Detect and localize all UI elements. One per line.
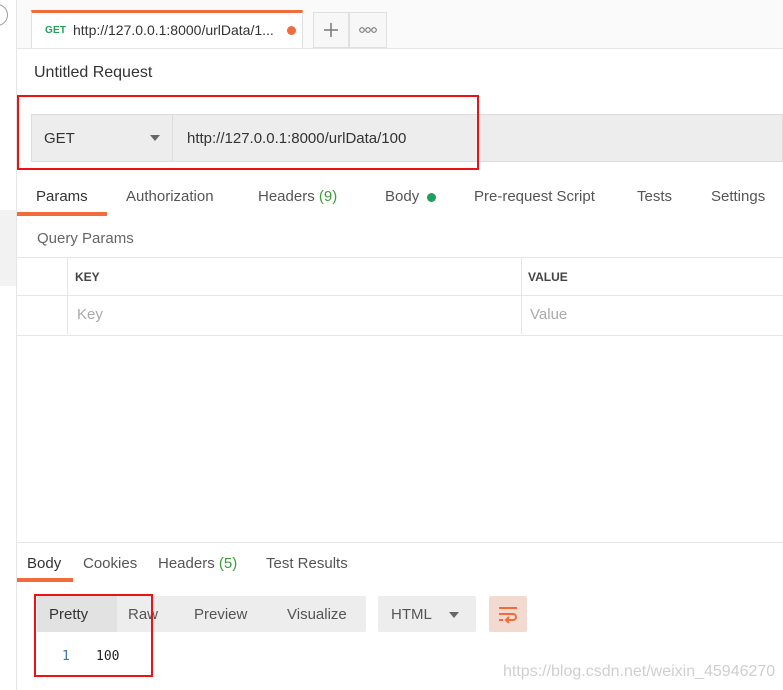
- table-column-divider[interactable]: [521, 257, 522, 334]
- tab-tests[interactable]: Tests: [637, 188, 672, 205]
- response-tab-headers-label: Headers: [158, 555, 215, 572]
- tab-pre-request-script[interactable]: Pre-request Script: [474, 188, 595, 205]
- watermark: https://blog.csdn.net/weixin_45946270: [503, 663, 776, 680]
- param-key-input[interactable]: Key: [77, 306, 103, 323]
- annotation-highlight-url: [17, 95, 479, 170]
- key-column-header: KEY: [75, 270, 100, 284]
- tab-title: http://127.0.0.1:8000/urlData/1...: [73, 22, 274, 38]
- active-tab-indicator: [17, 212, 107, 216]
- tab-headers-count: (9): [318, 188, 338, 205]
- tab-authorization[interactable]: Authorization: [126, 188, 214, 205]
- params-table: [17, 257, 783, 336]
- wrap-lines-button[interactable]: [489, 596, 527, 632]
- value-column-header: VALUE: [528, 270, 568, 284]
- format-select-value: HTML: [391, 606, 432, 623]
- table-row-divider: [17, 295, 783, 296]
- response-tab-test-results[interactable]: Test Results: [266, 555, 348, 572]
- plus-icon: [324, 23, 338, 37]
- response-tab-headers-count: (5): [218, 555, 238, 572]
- new-tab-button[interactable]: [313, 12, 349, 48]
- tab-body[interactable]: Body: [385, 188, 419, 205]
- request-title[interactable]: Untitled Request: [34, 64, 152, 82]
- chevron-down-icon: [449, 612, 459, 618]
- body-indicator-dot-icon: [427, 193, 436, 202]
- tab-settings[interactable]: Settings: [711, 188, 765, 205]
- param-value-input[interactable]: Value: [530, 306, 567, 323]
- left-sidebar-selected-item[interactable]: [0, 210, 16, 286]
- tab-headers[interactable]: Headers (9): [258, 188, 337, 205]
- annotation-highlight-response: [34, 594, 153, 677]
- preview-button[interactable]: Preview: [194, 606, 247, 623]
- tab-headers-label: Headers: [258, 188, 315, 205]
- wrap-lines-icon: [499, 607, 517, 623]
- tab-params[interactable]: Params: [36, 188, 88, 205]
- visualize-button[interactable]: Visualize: [287, 606, 347, 623]
- left-sidebar-edge: [0, 0, 17, 690]
- response-tab-body[interactable]: Body: [27, 555, 61, 572]
- more-tabs-button[interactable]: [349, 12, 387, 48]
- tab-method-label: GET: [45, 25, 67, 36]
- active-response-tab-indicator: [17, 578, 73, 582]
- unsaved-changes-dot-icon: [287, 26, 296, 35]
- response-divider[interactable]: [17, 542, 783, 543]
- table-column-divider: [67, 257, 68, 334]
- query-params-title: Query Params: [37, 230, 134, 247]
- response-tab-cookies[interactable]: Cookies: [83, 555, 137, 572]
- more-options-icon: [359, 27, 377, 33]
- response-tab-headers[interactable]: Headers (5): [158, 555, 237, 572]
